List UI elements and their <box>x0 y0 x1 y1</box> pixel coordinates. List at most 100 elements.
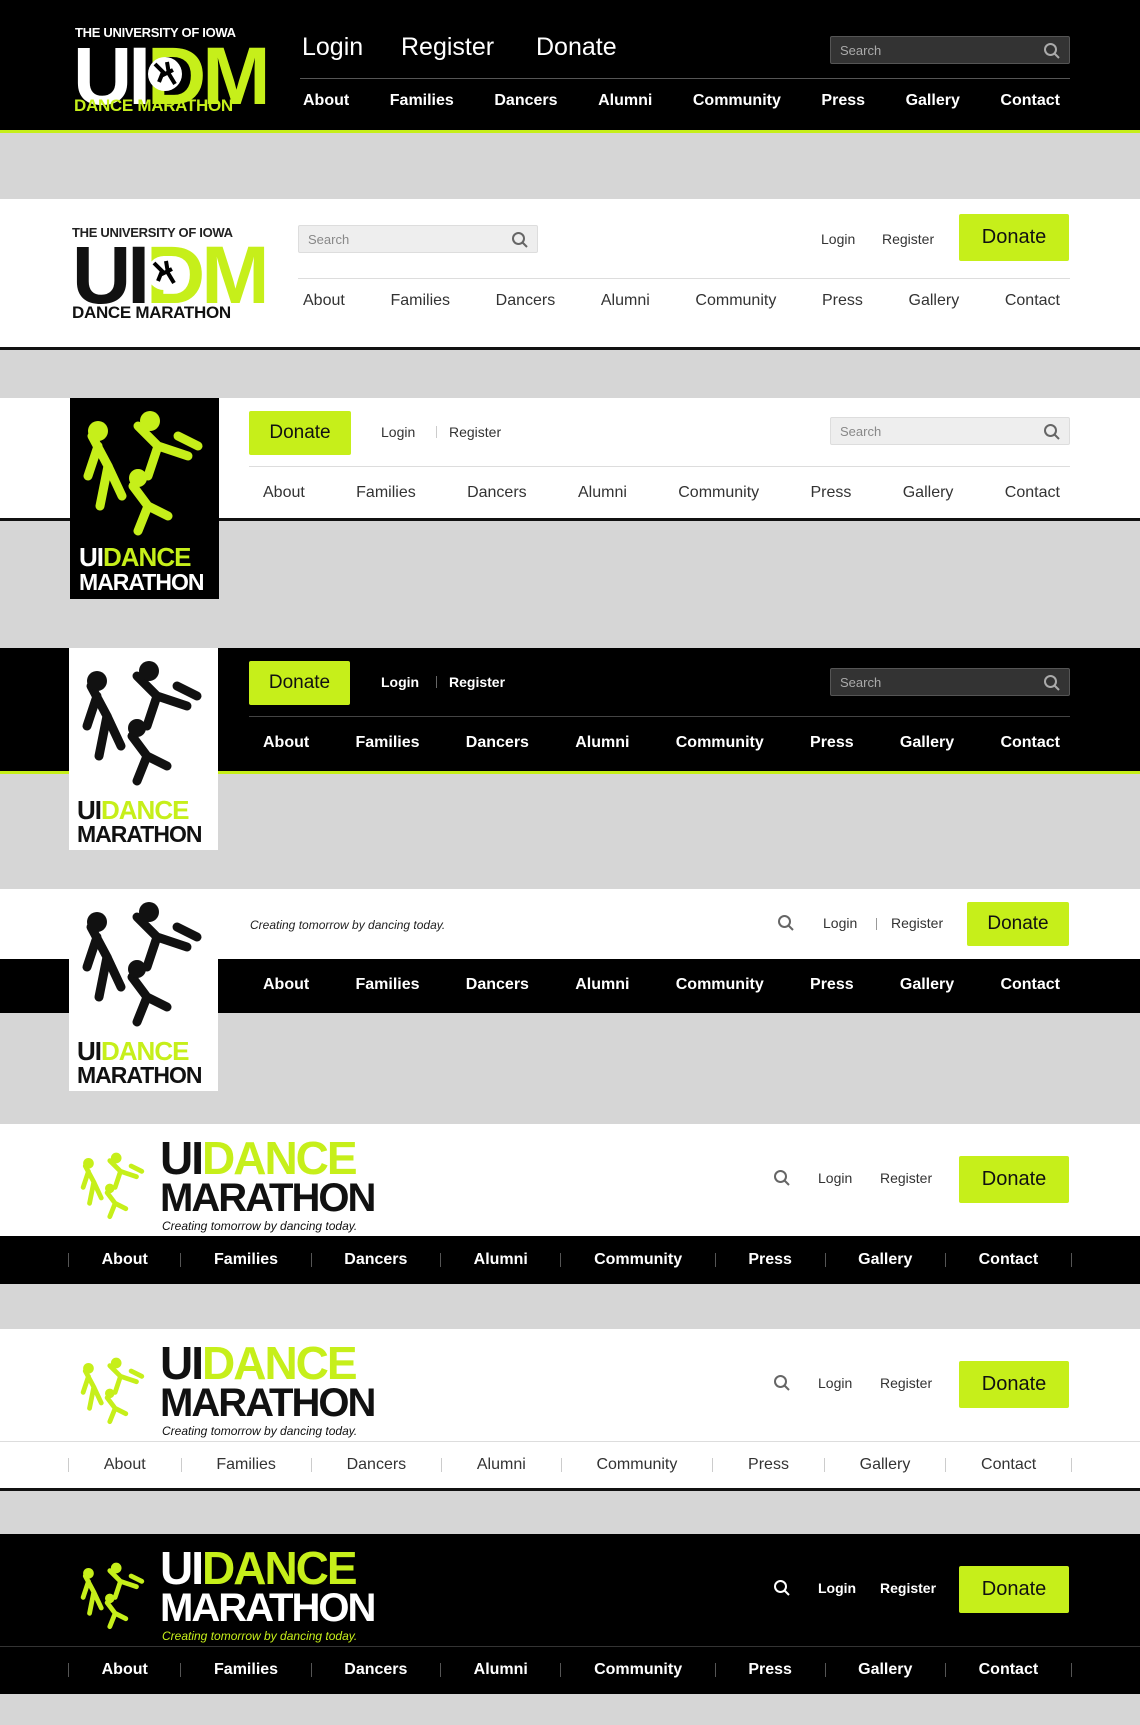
nav-dancers[interactable]: Dancers <box>496 292 556 310</box>
register-link[interactable]: Register <box>882 231 934 247</box>
search-input[interactable]: Search <box>830 36 1070 64</box>
nav-dancers[interactable]: Dancers <box>466 734 529 752</box>
nav-families[interactable]: Families <box>355 976 419 994</box>
nav-press[interactable]: Press <box>810 734 854 752</box>
login-link[interactable]: Login <box>821 231 855 247</box>
nav-about[interactable]: About <box>303 292 345 310</box>
nav-families[interactable]: Families <box>355 734 419 752</box>
donate-button[interactable]: Donate <box>249 411 351 455</box>
nav-community[interactable]: Community <box>693 92 781 110</box>
nav-gallery[interactable]: Gallery <box>858 1661 912 1679</box>
nav-press[interactable]: Press <box>748 1661 792 1679</box>
donate-button[interactable]: Donate <box>959 1361 1069 1408</box>
nav-contact[interactable]: Contact <box>1000 734 1060 752</box>
donate-button[interactable]: Donate <box>967 902 1069 946</box>
uidm-logo-tall[interactable]: UIDANCE MARATHON <box>69 889 218 1091</box>
search-input[interactable]: Search <box>830 417 1070 445</box>
nav-contact[interactable]: Contact <box>1005 292 1060 310</box>
nav-families[interactable]: Families <box>390 92 454 110</box>
donate-button[interactable]: Donate <box>959 1156 1069 1203</box>
nav-gallery[interactable]: Gallery <box>900 976 954 994</box>
nav-dancers[interactable]: Dancers <box>467 484 527 502</box>
nav-press[interactable]: Press <box>822 292 863 310</box>
register-link[interactable]: Register <box>401 33 494 62</box>
nav-families[interactable]: Families <box>356 484 416 502</box>
donate-button[interactable]: Donate <box>959 1566 1069 1613</box>
nav-families[interactable]: Families <box>390 292 450 310</box>
nav-gallery[interactable]: Gallery <box>860 1456 911 1474</box>
nav-press[interactable]: Press <box>821 92 865 110</box>
nav-gallery[interactable]: Gallery <box>900 734 954 752</box>
register-link[interactable]: Register <box>880 1580 936 1596</box>
nav-alumni[interactable]: Alumni <box>575 976 629 994</box>
nav-gallery[interactable]: Gallery <box>909 292 960 310</box>
search-icon[interactable] <box>773 1579 791 1597</box>
nav-about[interactable]: About <box>263 484 305 502</box>
nav-dancers[interactable]: Dancers <box>494 92 557 110</box>
nav-community[interactable]: Community <box>676 976 764 994</box>
nav-contact[interactable]: Contact <box>1000 976 1060 994</box>
login-link[interactable]: Login <box>818 1375 852 1391</box>
login-link[interactable]: Login <box>818 1170 852 1186</box>
nav-contact[interactable]: Contact <box>1000 92 1060 110</box>
search-input[interactable]: Search <box>298 225 538 253</box>
nav-dancers[interactable]: Dancers <box>344 1251 407 1269</box>
nav-contact[interactable]: Contact <box>1005 484 1060 502</box>
search-icon[interactable] <box>1043 674 1061 692</box>
login-link[interactable]: Login <box>818 1580 856 1596</box>
nav-community[interactable]: Community <box>678 484 759 502</box>
nav-press[interactable]: Press <box>810 976 854 994</box>
search-input[interactable]: Search <box>830 668 1070 696</box>
donate-button[interactable]: Donate <box>959 214 1069 261</box>
nav-alumni[interactable]: Alumni <box>578 484 627 502</box>
register-link[interactable]: Register <box>891 915 943 931</box>
search-icon[interactable] <box>1043 423 1061 441</box>
nav-press[interactable]: Press <box>810 484 851 502</box>
register-link[interactable]: Register <box>449 674 505 690</box>
uidm-logo[interactable]: THE UNIVERSITY OF IOWA UIDM DANCE MARATH… <box>73 22 273 127</box>
nav-alumni[interactable]: Alumni <box>474 1251 528 1269</box>
login-link[interactable]: Login <box>381 424 415 440</box>
nav-alumni[interactable]: Alumni <box>601 292 650 310</box>
search-icon[interactable] <box>511 231 529 249</box>
nav-alumni[interactable]: Alumni <box>598 92 652 110</box>
uidm-logo-horizontal[interactable]: UIDANCE MARATHON Creating tomorrow by da… <box>72 1545 382 1643</box>
nav-dancers[interactable]: Dancers <box>466 976 529 994</box>
nav-about[interactable]: About <box>263 734 309 752</box>
nav-alumni[interactable]: Alumni <box>575 734 629 752</box>
search-icon[interactable] <box>773 1169 791 1187</box>
donate-button[interactable]: Donate <box>249 661 350 705</box>
nav-families[interactable]: Families <box>214 1251 278 1269</box>
nav-community[interactable]: Community <box>594 1661 682 1679</box>
nav-alumni[interactable]: Alumni <box>474 1661 528 1679</box>
nav-families[interactable]: Families <box>214 1661 278 1679</box>
nav-community[interactable]: Community <box>695 292 776 310</box>
nav-dancers[interactable]: Dancers <box>344 1661 407 1679</box>
nav-about[interactable]: About <box>104 1456 146 1474</box>
nav-gallery[interactable]: Gallery <box>858 1251 912 1269</box>
donate-link[interactable]: Donate <box>536 33 617 62</box>
nav-press[interactable]: Press <box>748 1251 792 1269</box>
register-link[interactable]: Register <box>880 1375 932 1391</box>
nav-about[interactable]: About <box>303 92 349 110</box>
nav-community[interactable]: Community <box>676 734 764 752</box>
uidm-logo-horizontal[interactable]: UIDANCE MARATHON Creating tomorrow by da… <box>72 1340 382 1438</box>
nav-community[interactable]: Community <box>594 1251 682 1269</box>
nav-gallery[interactable]: Gallery <box>903 484 954 502</box>
nav-gallery[interactable]: Gallery <box>906 92 960 110</box>
nav-community[interactable]: Community <box>596 1456 677 1474</box>
uidm-logo-tall[interactable]: UIDANCE MARATHON <box>70 398 219 599</box>
nav-about[interactable]: About <box>102 1661 148 1679</box>
search-icon[interactable] <box>773 1374 791 1392</box>
nav-about[interactable]: About <box>102 1251 148 1269</box>
nav-about[interactable]: About <box>263 976 309 994</box>
register-link[interactable]: Register <box>880 1170 932 1186</box>
nav-contact[interactable]: Contact <box>979 1251 1039 1269</box>
uidm-logo-tall[interactable]: UIDANCE MARATHON <box>69 648 218 850</box>
nav-families[interactable]: Families <box>216 1456 276 1474</box>
login-link[interactable]: Login <box>302 33 363 62</box>
nav-alumni[interactable]: Alumni <box>477 1456 526 1474</box>
login-link[interactable]: Login <box>823 915 857 931</box>
search-icon[interactable] <box>777 914 795 932</box>
nav-dancers[interactable]: Dancers <box>347 1456 407 1474</box>
